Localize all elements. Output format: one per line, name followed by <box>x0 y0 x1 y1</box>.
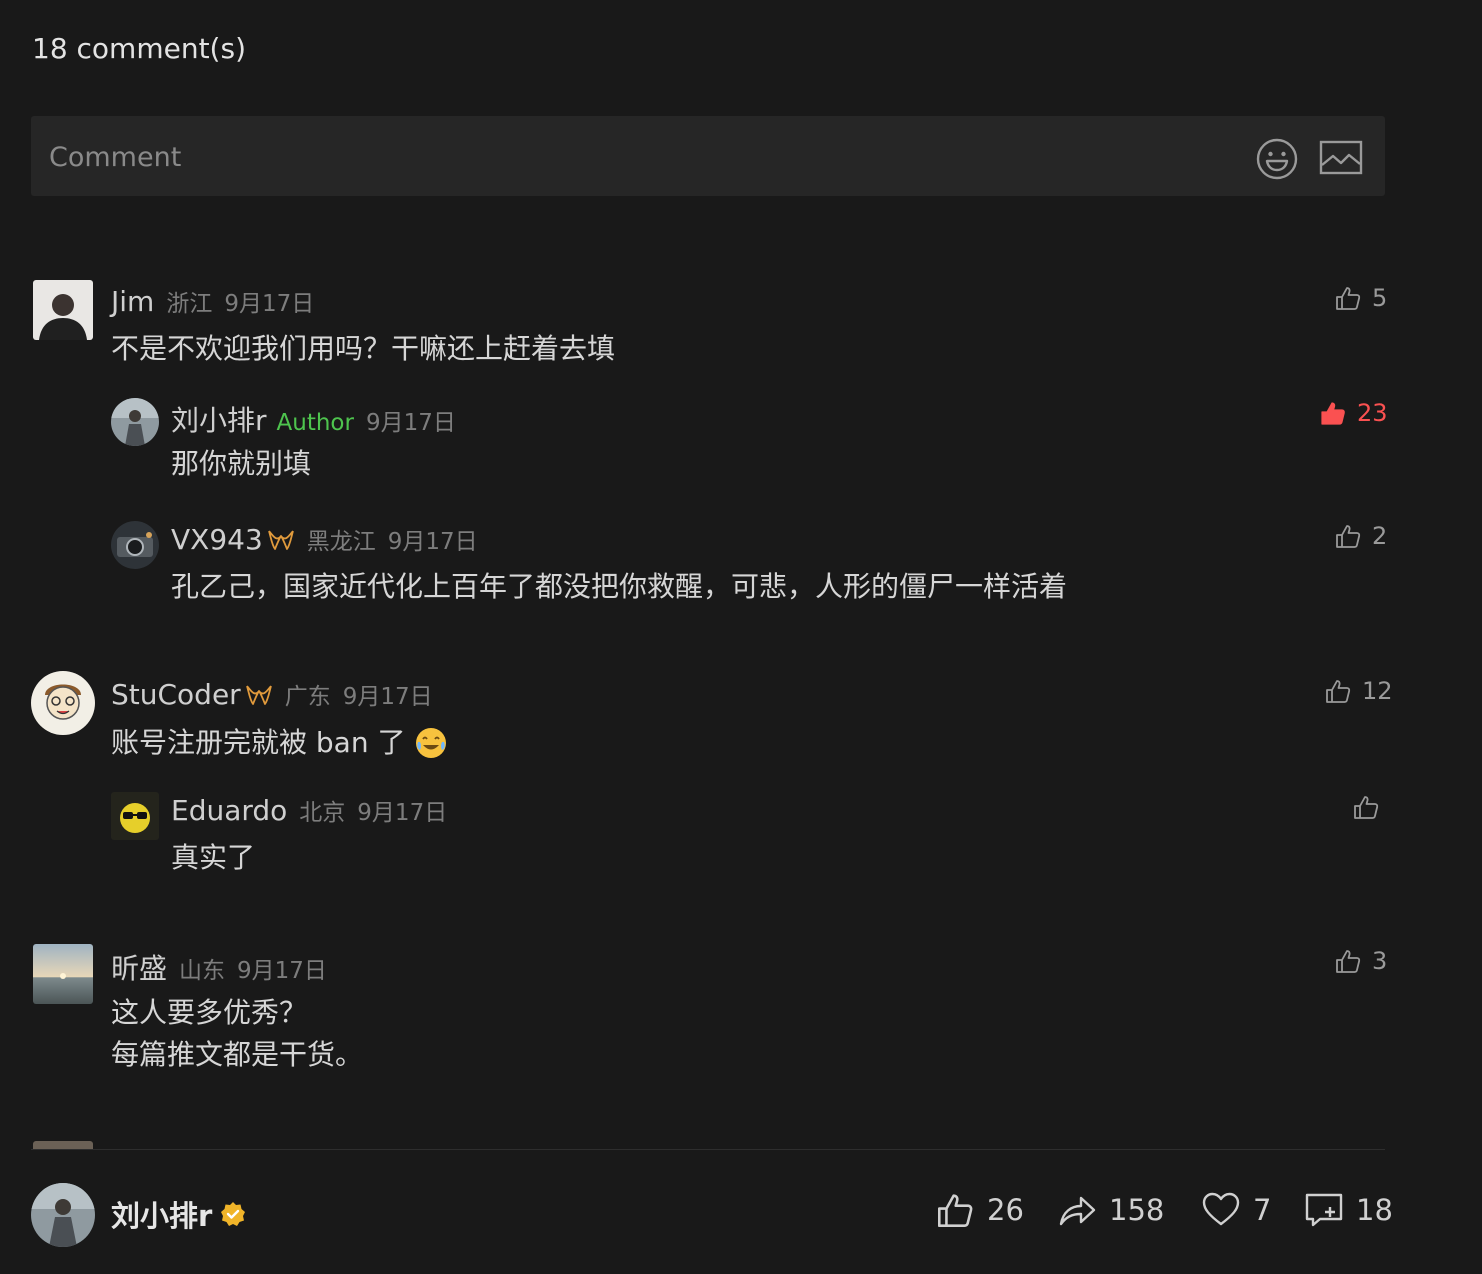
comment-text-line: 每篇推文都是干货。 <box>111 1038 364 1071</box>
verified-badge-icon <box>221 1202 246 1226</box>
image-icon[interactable] <box>1319 139 1363 177</box>
avatar[interactable] <box>33 1141 93 1149</box>
comment-date: 9月17日 <box>387 529 478 555</box>
like-button[interactable]: 2 <box>1334 522 1387 550</box>
thumbs-up-icon <box>935 1190 975 1230</box>
like-count: 5 <box>1372 284 1388 312</box>
thumbs-up-filled-icon <box>1319 399 1347 427</box>
comment-text-line: 这人要多优秀？ <box>111 996 308 1029</box>
like-button[interactable]: 3 <box>1334 947 1387 975</box>
location-label: 浙江 <box>166 291 213 317</box>
comment-text: 真实了 <box>171 841 256 874</box>
location-label: 黑龙江 <box>306 529 376 555</box>
comment-text-row: 账号注册完就被 ban 了 <box>111 722 448 764</box>
favorite-count: 7 <box>1253 1193 1272 1227</box>
avatar[interactable] <box>111 398 159 446</box>
comment-date: 9月17日 <box>237 958 327 984</box>
post-like-count: 26 <box>987 1193 1024 1227</box>
comment-text: 孔乙己，国家近代化上百年了都没把你救醒，可悲，人形的僵尸一样活着 <box>171 570 1068 603</box>
comment-add-icon <box>1305 1193 1343 1227</box>
commenter-name[interactable]: Eduardo <box>171 794 287 827</box>
thumbs-up-icon <box>1324 677 1352 705</box>
author-name[interactable]: 刘小排r <box>111 1193 212 1235</box>
comment-list[interactable]: Jim 浙江 9月17日 不是不欢迎我们用吗？干嘛还上赶着去填 5 刘小排r Auth… <box>0 240 1482 1149</box>
laughing-tears-emoji-icon <box>416 728 447 758</box>
commenter-name[interactable]: VX943 <box>171 523 263 556</box>
smiley-icon[interactable] <box>1255 137 1299 181</box>
location-label: 广东 <box>284 684 331 710</box>
footer-divider <box>31 1149 1385 1150</box>
comment-date: 9月17日 <box>365 410 456 436</box>
comment-count-title: 18 comment(s) <box>32 32 246 65</box>
comment-date: 9月17日 <box>224 291 315 317</box>
comment-text: 不是不欢迎我们用吗？干嘛还上赶着去填 <box>111 332 616 365</box>
heart-icon <box>1202 1192 1240 1226</box>
like-count: 3 <box>1372 947 1388 975</box>
location-label: 山东 <box>179 958 226 984</box>
member-badge-icon <box>267 528 295 552</box>
location-label: 北京 <box>299 800 346 826</box>
avatar[interactable] <box>111 521 159 569</box>
like-button[interactable]: 12 <box>1324 677 1393 705</box>
comment-composer <box>31 116 1385 196</box>
commenter-name[interactable]: Jim <box>111 285 154 318</box>
author-tag: Author <box>276 410 354 436</box>
avatar[interactable] <box>31 671 95 735</box>
commenter-name[interactable]: StuCoder <box>111 678 241 711</box>
comment-text: 账号注册完就被 ban 了 <box>111 726 406 759</box>
like-count: 23 <box>1357 399 1388 427</box>
avatar[interactable] <box>111 792 159 840</box>
comment-date: 9月17日 <box>357 800 448 826</box>
like-button[interactable] <box>1352 793 1390 821</box>
comment-text: 那你就别填 <box>171 447 312 480</box>
comment-date: 9月17日 <box>342 684 433 710</box>
like-post-button[interactable]: 26 <box>935 1190 1024 1230</box>
comment-count: 18 <box>1356 1193 1393 1227</box>
share-arrow-icon <box>1059 1196 1096 1226</box>
avatar[interactable] <box>33 944 93 1004</box>
favorite-button[interactable]: 7 <box>1201 1190 1271 1230</box>
author-avatar[interactable] <box>31 1183 95 1247</box>
member-badge-icon <box>245 683 273 707</box>
like-button[interactable]: 5 <box>1334 284 1387 312</box>
share-button[interactable]: 158 <box>1057 1190 1164 1230</box>
author-name-row[interactable]: 刘小排r <box>111 1193 246 1235</box>
comment-input[interactable] <box>47 136 1231 178</box>
comments-button[interactable]: 18 <box>1304 1190 1393 1230</box>
like-count: 12 <box>1362 677 1393 705</box>
thumbs-up-icon <box>1352 793 1380 821</box>
like-count: 2 <box>1372 522 1388 550</box>
avatar[interactable] <box>33 280 93 340</box>
share-count: 158 <box>1109 1193 1165 1227</box>
thumbs-up-icon <box>1334 522 1362 550</box>
commenter-name[interactable]: 刘小排r <box>171 404 267 437</box>
commenter-name[interactable]: 昕盛 <box>111 952 167 985</box>
thumbs-up-icon <box>1334 284 1362 312</box>
like-button[interactable]: 23 <box>1319 399 1388 427</box>
thumbs-up-icon <box>1334 947 1362 975</box>
